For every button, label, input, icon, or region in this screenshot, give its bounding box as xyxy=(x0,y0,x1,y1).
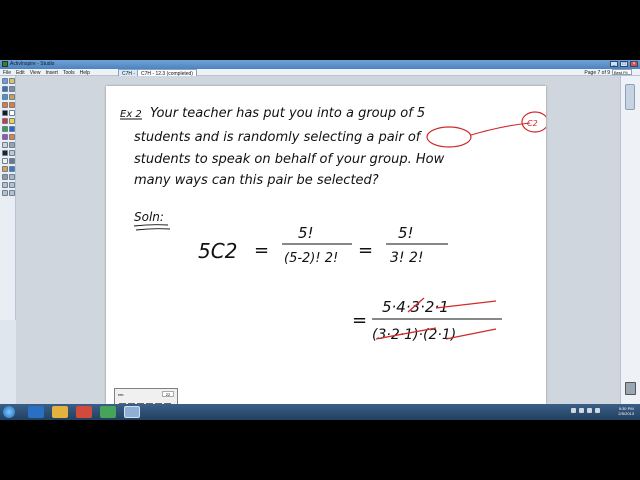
window-title: ActivInspire - Studio xyxy=(10,61,55,67)
color-white-swatch[interactable] xyxy=(9,110,15,116)
pen-icon[interactable] xyxy=(2,150,8,156)
title-bar: ActivInspire - Studio _ □ × xyxy=(0,60,640,69)
step1-denominator: (5-2)! 2! xyxy=(284,251,338,266)
minimize-button[interactable]: _ xyxy=(610,61,618,67)
undo-icon[interactable] xyxy=(2,102,8,108)
problem-line-1: Your teacher has put you into a group of… xyxy=(150,106,425,121)
select-icon[interactable] xyxy=(9,142,15,148)
clear-icon[interactable] xyxy=(9,174,15,180)
camera-icon[interactable] xyxy=(2,190,8,196)
close-button[interactable]: × xyxy=(630,61,638,67)
highlighter-icon[interactable] xyxy=(9,150,15,156)
clock-date: 2/5/2013 xyxy=(618,411,634,416)
volume-icon[interactable] xyxy=(595,408,600,413)
step2-denominator: 3! 2! xyxy=(390,250,424,266)
redo-icon[interactable] xyxy=(9,102,15,108)
eraser-icon[interactable] xyxy=(2,158,8,164)
step1-numerator: 5! xyxy=(298,224,314,242)
connector-icon[interactable] xyxy=(2,174,8,180)
fill-icon[interactable] xyxy=(2,166,8,172)
example-label: Ex 2 xyxy=(120,109,142,120)
equals-sign-1: = xyxy=(254,240,269,261)
vertical-scrollbar[interactable] xyxy=(620,76,640,404)
problem-line-2: students and is randomly selecting a pai… xyxy=(134,130,423,145)
browser-icon[interactable] xyxy=(9,86,15,92)
maximize-button[interactable]: □ xyxy=(620,61,628,67)
activinspire-taskbar-icon[interactable] xyxy=(124,406,140,418)
solution-underline-1 xyxy=(133,224,169,227)
menu-bar: File Edit View Insert Tools Help C7H - 1… xyxy=(0,69,640,77)
tray-icon-1[interactable] xyxy=(571,408,576,413)
recorder-timer: 22 xyxy=(162,391,174,397)
tray-icon-3[interactable] xyxy=(587,408,592,413)
color-green-swatch[interactable] xyxy=(2,126,8,132)
start-button[interactable] xyxy=(3,406,15,418)
color-blue-swatch[interactable] xyxy=(9,126,15,132)
media-player-icon[interactable] xyxy=(76,406,92,418)
equals-sign-3: = xyxy=(352,310,367,331)
color-red-swatch[interactable] xyxy=(2,118,8,124)
flipchart-page[interactable]: Ex 2 Your teacher has put you into a gro… xyxy=(106,86,546,418)
ie-icon[interactable] xyxy=(28,406,44,418)
recorder-label: rec xyxy=(118,392,124,397)
app-icon xyxy=(2,61,8,67)
equals-sign-2: = xyxy=(358,240,373,261)
reveal-icon[interactable] xyxy=(9,182,15,188)
annotation-arrow xyxy=(470,122,531,136)
trash-icon[interactable] xyxy=(625,382,636,395)
shape-icon[interactable] xyxy=(9,158,15,164)
explorer-icon[interactable] xyxy=(52,406,68,418)
tray-icon-2[interactable] xyxy=(579,408,584,413)
scrollbar-thumb[interactable] xyxy=(625,84,635,110)
recorder-icon[interactable] xyxy=(9,190,15,196)
canvas-area: Ex 2 Your teacher has put you into a gro… xyxy=(16,76,620,418)
chrome-icon[interactable] xyxy=(100,406,116,418)
left-toolbar xyxy=(0,76,16,320)
text-icon[interactable] xyxy=(9,166,15,172)
line-width-icon[interactable] xyxy=(2,142,8,148)
monitor-icon[interactable] xyxy=(2,86,8,92)
color-orange-swatch[interactable] xyxy=(9,134,15,140)
screen: ActivInspire - Studio _ □ × File Edit Vi… xyxy=(0,60,640,420)
system-clock[interactable]: 9:30 PM 2/5/2013 xyxy=(618,406,634,416)
spotlight-icon[interactable] xyxy=(2,182,8,188)
solution-underline-2 xyxy=(135,228,171,231)
color-black-swatch[interactable] xyxy=(2,110,8,116)
page-icon[interactable] xyxy=(2,94,8,100)
step2-numerator: 5! xyxy=(398,224,414,242)
color-purple-swatch[interactable] xyxy=(2,134,8,140)
step3-denominator: (3·2·1)·(2·1) xyxy=(372,327,456,343)
pair-circle-annotation xyxy=(426,126,472,148)
taskbar: 9:30 PM 2/5/2013 xyxy=(0,404,640,420)
side-note-text: C2 xyxy=(527,119,538,128)
pointer-icon[interactable] xyxy=(2,78,8,84)
zoom-select[interactable]: Best Fit xyxy=(612,69,632,75)
combination-expression: 5C2 xyxy=(198,239,237,263)
resources-icon[interactable] xyxy=(9,94,15,100)
tab-flipchart-completed[interactable]: C7H - 12.3 (completed) xyxy=(137,69,197,77)
problem-line-3: students to speak on behalf of your grou… xyxy=(134,152,445,167)
handwriting-layer: Ex 2 Your teacher has put you into a gro… xyxy=(120,106,546,343)
step3-numerator: 5·4·3·2·1 xyxy=(382,298,449,316)
solution-label: Soln: xyxy=(134,210,164,224)
folder-icon[interactable] xyxy=(9,78,15,84)
color-yellow-swatch[interactable] xyxy=(9,118,15,124)
problem-line-4: many ways can this pair be selected? xyxy=(134,173,379,188)
